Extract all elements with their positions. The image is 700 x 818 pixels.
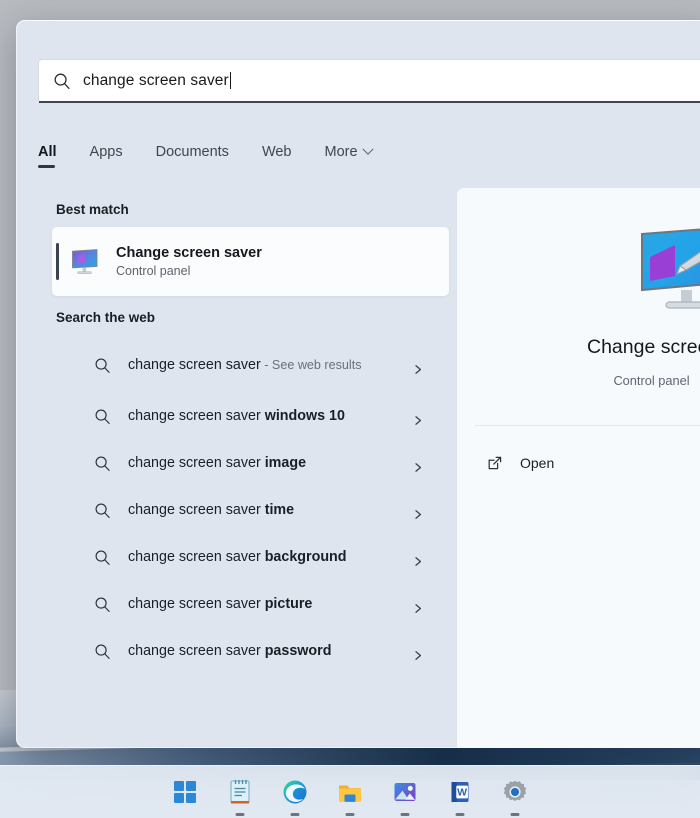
- taskbar: W: [0, 765, 700, 818]
- tab-web[interactable]: Web: [262, 138, 292, 170]
- search-input[interactable]: change screen saver: [38, 59, 700, 103]
- monitor-screensaver-icon: [70, 248, 100, 276]
- taskbar-item-file-explorer[interactable]: [336, 778, 364, 806]
- web-suggestion-label: change screen saver image: [128, 455, 307, 472]
- web-suggestion-label: change screen saver time: [128, 502, 295, 519]
- web-suggestions-list: change screen saver - See web results ch…: [16, 337, 457, 675]
- results-column: Best match Change screen saver Control p…: [16, 188, 457, 748]
- tab-apps-label: Apps: [89, 144, 123, 160]
- taskbar-item-start[interactable]: [171, 778, 199, 806]
- taskbar-item-settings[interactable]: [501, 778, 529, 806]
- preview-subtitle: Control panel: [613, 373, 690, 388]
- taskbar-item-notepad[interactable]: [226, 778, 254, 806]
- tab-apps[interactable]: Apps: [90, 138, 123, 170]
- tab-documents[interactable]: Documents: [156, 138, 229, 170]
- web-suggestion-row[interactable]: change screen saver background: [46, 534, 449, 581]
- svg-text:W: W: [457, 787, 467, 799]
- search-icon: [94, 502, 111, 519]
- chevron-down-icon: [361, 143, 374, 155]
- web-suggestion-label: change screen saver background: [128, 549, 347, 566]
- taskbar-item-photos[interactable]: [391, 778, 419, 806]
- web-suggestion-label: change screen saver password: [128, 643, 332, 660]
- tab-more-label: More: [324, 144, 358, 160]
- web-suggestion-row[interactable]: change screen saver password: [46, 628, 449, 675]
- search-icon: [94, 455, 111, 472]
- web-suggestion-row[interactable]: change screen saver windows 10: [46, 393, 449, 440]
- open-action-label: Open: [520, 455, 555, 471]
- search-icon: [94, 643, 111, 660]
- search-icon: [53, 72, 71, 90]
- monitor-screensaver-large-icon: [632, 224, 700, 316]
- chevron-right-icon: [414, 647, 423, 660]
- best-match-result[interactable]: Change screen saver Control panel: [52, 227, 449, 296]
- text-caret: [229, 72, 232, 89]
- search-box-container: change screen saver: [38, 59, 700, 103]
- web-suggestion-row[interactable]: change screen saver time: [46, 487, 449, 534]
- chevron-right-icon: [414, 600, 423, 613]
- open-action[interactable]: Open: [487, 446, 554, 480]
- tab-all[interactable]: All: [38, 138, 57, 170]
- search-icon: [94, 408, 111, 425]
- preview-divider: [475, 425, 700, 426]
- search-icon: [94, 549, 111, 566]
- web-suggestion-label: change screen saver windows 10: [128, 408, 345, 425]
- best-match-section-title: Best match: [56, 202, 129, 217]
- taskbar-item-word[interactable]: W: [446, 778, 474, 806]
- chevron-right-icon: [414, 412, 423, 425]
- web-suggestion-row[interactable]: change screen saver image: [46, 440, 449, 487]
- best-match-title: Change screen saver: [116, 245, 262, 261]
- tab-web-label: Web: [261, 144, 292, 160]
- filter-tabs: All Apps Documents Web More: [38, 138, 405, 170]
- web-suggestion-label: change screen saver picture: [128, 596, 313, 613]
- best-match-texts: Change screen saver Control panel: [116, 245, 262, 278]
- chevron-right-icon: [414, 361, 423, 374]
- web-suggestion-row[interactable]: change screen saver - See web results: [46, 337, 449, 393]
- tab-documents-label: Documents: [155, 144, 229, 160]
- web-suggestion-row[interactable]: change screen saver picture: [46, 581, 449, 628]
- preview-title: Change screen saver: [587, 336, 700, 358]
- preview-panel: Change screen saver Control panel Open: [457, 188, 700, 748]
- best-match-subtitle: Control panel: [116, 264, 191, 278]
- tab-all-label: All: [38, 144, 57, 160]
- search-icon: [94, 596, 111, 613]
- search-web-section-title: Search the web: [56, 310, 156, 325]
- taskbar-item-edge[interactable]: [281, 778, 309, 806]
- search-input-text: change screen saver: [83, 71, 229, 89]
- chevron-right-icon: [414, 506, 423, 519]
- web-suggestion-label: change screen saver - See web results: [128, 356, 362, 373]
- open-external-icon: [487, 455, 503, 471]
- chevron-right-icon: [414, 553, 423, 566]
- chevron-right-icon: [414, 459, 423, 472]
- tab-more[interactable]: More: [324, 138, 374, 170]
- search-window: change screen saver All Apps Documents W…: [16, 20, 700, 748]
- search-icon: [94, 357, 111, 374]
